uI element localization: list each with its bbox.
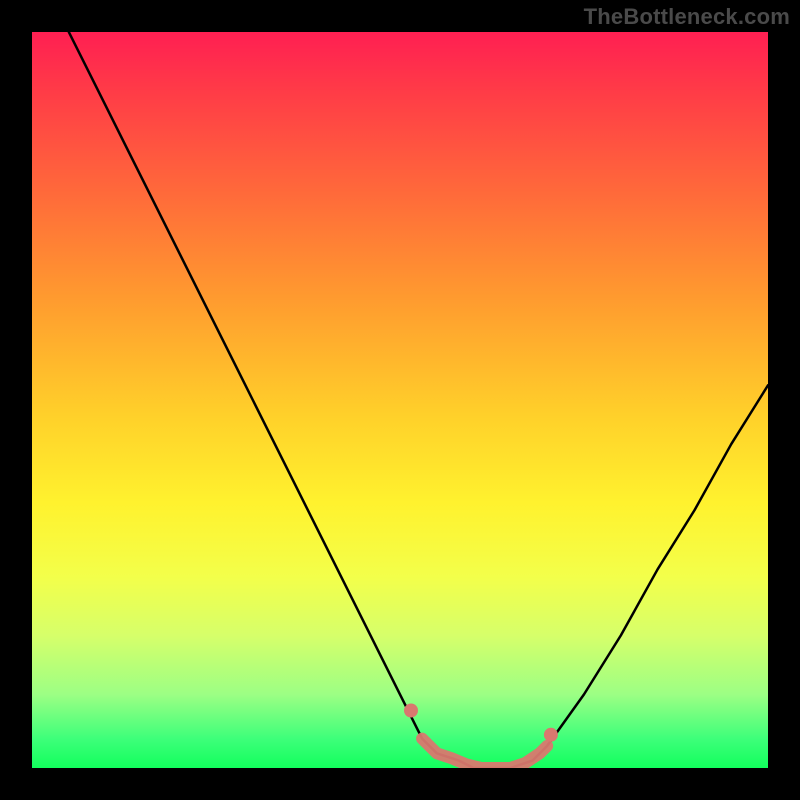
- curve-path: [69, 32, 768, 768]
- watermark-text: TheBottleneck.com: [584, 4, 790, 30]
- plot-gradient-area: [32, 32, 768, 768]
- bottleneck-curve: [32, 32, 768, 768]
- trough-markers: [404, 704, 558, 769]
- chart-frame: TheBottleneck.com: [0, 0, 800, 800]
